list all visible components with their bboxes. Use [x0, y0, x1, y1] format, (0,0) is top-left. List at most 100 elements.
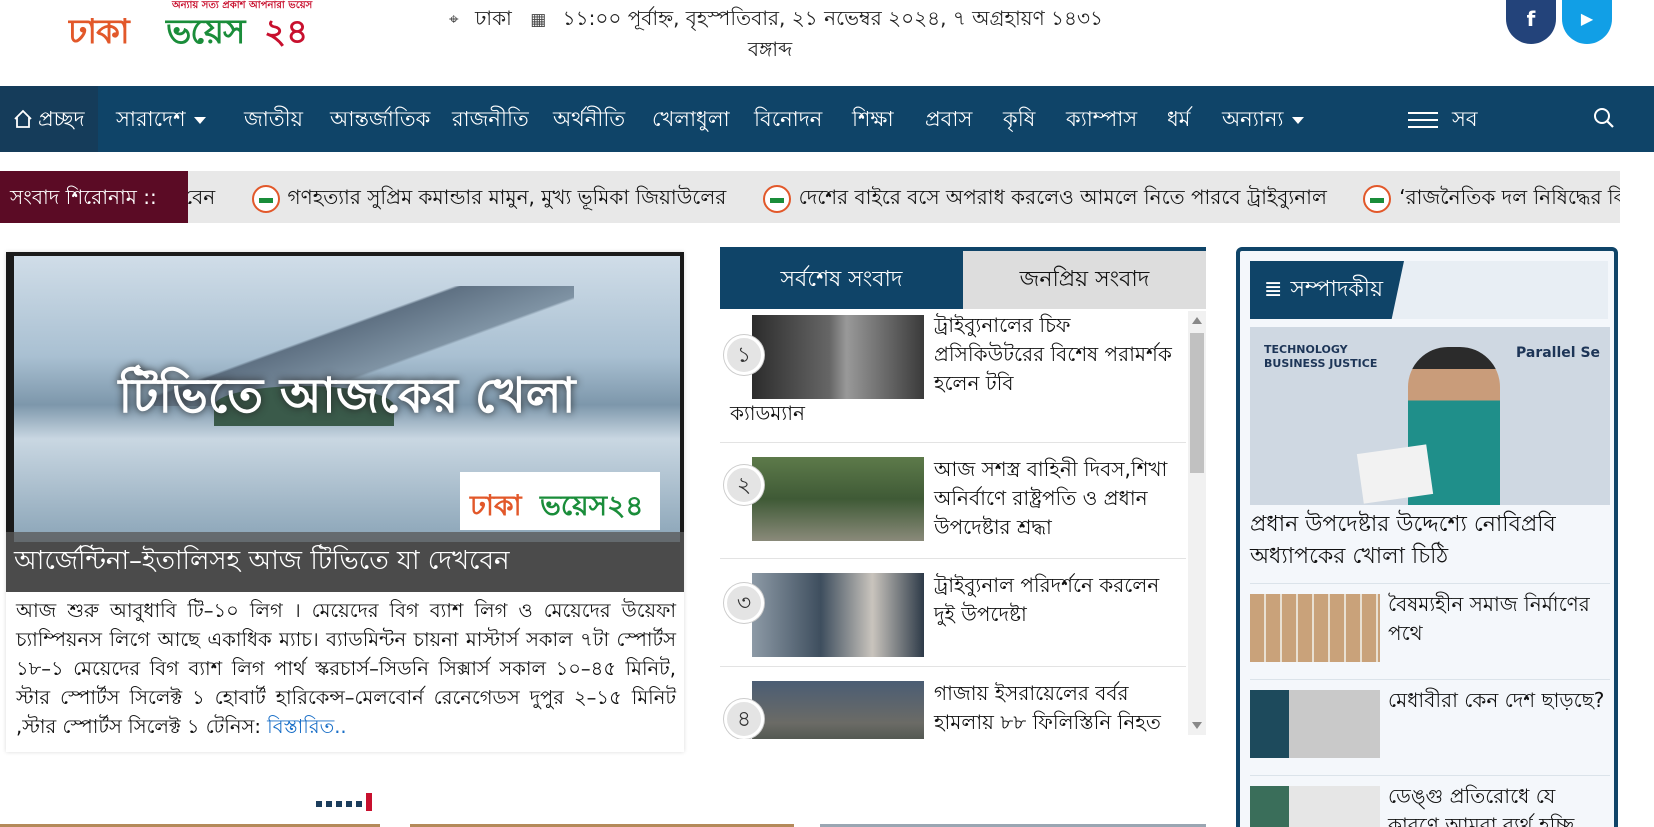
- nav-item-campus[interactable]: ক্যাম্পাস: [1066, 86, 1137, 152]
- logo-word-voice: ভয়েস: [166, 12, 245, 48]
- nav-item-shikkha[interactable]: শিক্ষা: [852, 86, 894, 152]
- nav-item-krishi[interactable]: কৃষি: [1003, 86, 1035, 152]
- list-item[interactable]: ৪ গাজায় ইসরায়েলের বর্বর হামলায় ৮৮ ফিল…: [720, 667, 1186, 739]
- editorial-item-title: বৈষম্যহীন সমাজ নির্মাণের পথে: [1388, 592, 1590, 645]
- site-logo-icon: [762, 184, 791, 213]
- ticker-fragment[interactable]: বেন: [184, 185, 215, 209]
- editorial-item-title: মেধাবীরা কেন দেশ ছাড়ছে?: [1388, 688, 1605, 712]
- nav-item-label: অন্যান্য: [1222, 107, 1284, 131]
- latest-news-list: ১ ট্রাইব্যুনালের চিফ প্রসিকিউটরের বিশেষ …: [720, 309, 1186, 739]
- lead-image-title: টিভিতে আজকের খেলা: [118, 368, 576, 424]
- nav-all-label: সব: [1452, 107, 1478, 131]
- nav-item-binodon[interactable]: বিনোদন: [754, 86, 822, 152]
- nav-item-orthoniti[interactable]: অর্থনীতি: [553, 86, 625, 152]
- editorial-lead-title[interactable]: প্রধান উপদেষ্টার উদ্দেশ্যে নোবিপ্রবি অধ্…: [1250, 509, 1610, 573]
- home-icon: [14, 109, 32, 128]
- nav-item-dhormo[interactable]: ধর্ম: [1167, 86, 1190, 152]
- lead-caption[interactable]: আর্জেন্টিনা–ইতালিসহ আজ টিভিতে যা দেখবেন: [6, 532, 684, 592]
- search-icon[interactable]: [1592, 106, 1616, 130]
- location-pin-icon: ⌖: [449, 10, 459, 30]
- list-icon: ≣: [1264, 277, 1283, 302]
- slider-indicator[interactable]: [316, 792, 372, 812]
- ticker-headline[interactable]: ‘রাজনৈতিক দল নিষিদ্ধের বি: [1399, 185, 1620, 209]
- nav-item-saradesh[interactable]: সারাদেশ: [116, 86, 206, 152]
- news-title-continued: ক্যাডম্যান: [730, 401, 805, 425]
- ticker-headline[interactable]: দেশের বাইরে বসে অপরাধ করলেও আমলে নিতে পা…: [799, 185, 1327, 209]
- nav-item-probash[interactable]: প্রবাস: [925, 86, 972, 152]
- nav-item-antorjatik[interactable]: আন্তর্জাতিক: [330, 86, 430, 152]
- editorial-heading-text: সম্পাদকীয়: [1290, 277, 1384, 302]
- datetime-era: বঙ্গাব্দ: [747, 37, 793, 61]
- scroll-down-icon[interactable]: [1192, 722, 1202, 729]
- nav-item-onnanno[interactable]: অন্যান্য: [1222, 86, 1304, 152]
- item-number: ৪: [724, 699, 764, 739]
- facebook-icon[interactable]: f: [1506, 0, 1556, 44]
- nav-home[interactable]: প্রচ্ছদ: [0, 86, 98, 152]
- editorial-item[interactable]: ডেঙ্গু প্রতিরোধে যে কারণে আমরা ব্যর্থ হচ…: [1250, 775, 1610, 827]
- list-item[interactable]: ৩ ট্রাইব্যুনাল পরিদর্শনে করলেন দুই উপদেষ…: [720, 559, 1186, 667]
- ticker-label: সংবাদ শিরোনাম ::: [0, 171, 188, 223]
- site-logo-icon: [1363, 184, 1392, 213]
- editorial-heading: ≣ সম্পাদকীয়: [1250, 261, 1404, 319]
- news-title: আজ সশস্ত্র বাহিনী দিবস,শিখা অনির্বাণে রা…: [934, 457, 1168, 539]
- nav-item-kheladhula[interactable]: খেলাধুলা: [652, 86, 730, 152]
- editorial-item[interactable]: মেধাবীরা কেন দেশ ছাড়ছে?: [1250, 679, 1610, 775]
- lead-image[interactable]: টিভিতে আজকের খেলা ঢাকা ভয়েস২৪ আর্জেন্টি…: [6, 252, 684, 592]
- image-banner-text-2: Parallel Se: [1516, 345, 1601, 361]
- datetime-text: ১১:০০ পূর্বাহ্ন, বৃহস্পতিবার, ২১ নভেম্বর…: [562, 6, 1103, 30]
- news-scrollbar[interactable]: [1188, 311, 1206, 735]
- calendar-icon: ▦: [530, 10, 547, 30]
- scroll-up-icon[interactable]: [1192, 317, 1202, 324]
- logo-word-24: ২৪: [264, 12, 309, 48]
- lead-image-logo: ঢাকা ভয়েস২৪: [460, 472, 660, 530]
- editorial-item[interactable]: বৈষম্যহীন সমাজ নির্মাণের পথে: [1250, 583, 1610, 679]
- nav-item-label: সারাদেশ: [116, 107, 186, 131]
- editorial-item-title: ডেঙ্গু প্রতিরোধে যে কারণে আমরা ব্যর্থ হচ…: [1388, 784, 1575, 827]
- paper-sheet: [1356, 444, 1434, 504]
- editorial-lead-image[interactable]: TECHNOLOGY BUSINESS JUSTICE Parallel Se: [1250, 327, 1610, 505]
- lead-body: আজ শুরু আবুধাবি টি–১০ লিগ । মেয়েদের বিগ…: [16, 596, 676, 741]
- scrollbar-thumb[interactable]: [1190, 333, 1204, 473]
- ticker-track: বেন গণহত্যার সুপ্রিম কমান্ডার মামুন, মুখ…: [184, 171, 1620, 223]
- read-more-link[interactable]: বিস্তারিত..: [267, 715, 346, 738]
- news-thumbnail: [752, 315, 924, 399]
- editorial-thumbnail: [1250, 690, 1380, 758]
- location-text: ঢাকা: [474, 6, 512, 30]
- dateline: ⌖ ঢাকা ▦ ১১:০০ পূর্বাহ্ন, বৃহস্পতিবার, ২…: [420, 4, 1120, 64]
- tab-latest[interactable]: সর্বশেষ সংবাদ: [720, 251, 963, 309]
- site-logo[interactable]: অন্যায় সত্য প্রকাশ আপনারা ভয়েস ঢাকা ভয…: [68, 0, 316, 48]
- news-title: গাজায় ইসরায়েলের বর্বর হামলায় ৮৮ ফিলিস…: [934, 681, 1161, 734]
- editorial-thumbnail: [1250, 786, 1380, 827]
- youtube-icon[interactable]: ▶: [1562, 0, 1612, 44]
- main-nav: প্রচ্ছদ সারাদেশ জাতীয় আন্তর্জাতিক রাজনী…: [0, 86, 1654, 152]
- lead-image-logo-a: ঢাকা: [470, 489, 522, 522]
- news-thumbnail: [752, 681, 924, 739]
- nav-home-label: প্রচ্ছদ: [38, 107, 85, 131]
- nav-item-jatiyo[interactable]: জাতীয়: [244, 86, 303, 152]
- news-thumbnail: [752, 573, 924, 657]
- nav-item-rajniti[interactable]: রাজনীতি: [452, 86, 529, 152]
- tab-popular[interactable]: জনপ্রিয় সংবাদ: [963, 251, 1206, 309]
- chevron-down-icon: [193, 116, 206, 124]
- list-item[interactable]: ২ আজ সশস্ত্র বাহিনী দিবস,শিখা অনির্বাণে …: [720, 443, 1186, 559]
- image-banner-text: TECHNOLOGY BUSINESS JUSTICE: [1264, 343, 1378, 370]
- tv-screen-image: টিভিতে আজকের খেলা ঢাকা ভয়েস২৪: [14, 256, 680, 542]
- ticker-headline[interactable]: গণহত্যার সুপ্রিম কমান্ডার মামুন, মুখ্য ভ…: [288, 185, 727, 209]
- hamburger-icon: [1408, 107, 1438, 133]
- editorial-box: ≣ সম্পাদকীয় TECHNOLOGY BUSINESS JUSTICE …: [1236, 247, 1618, 827]
- item-number: ৩: [724, 583, 764, 623]
- news-ticker: সংবাদ শিরোনাম :: বেন গণহত্যার সুপ্রিম কম…: [0, 171, 1620, 223]
- news-title: ট্রাইব্যুনালের চিফ প্রসিকিউটরের বিশেষ পর…: [934, 313, 1172, 395]
- chevron-down-icon: [1291, 116, 1304, 124]
- nav-all-menu[interactable]: সব: [1408, 86, 1478, 152]
- list-item[interactable]: ১ ট্রাইব্যুনালের চিফ প্রসিকিউটরের বিশেষ …: [720, 309, 1186, 443]
- lead-story: টিভিতে আজকের খেলা ঢাকা ভয়েস২৪ আর্জেন্টি…: [6, 252, 684, 752]
- lead-image-logo-b: ভয়েস২৪: [540, 489, 644, 522]
- item-number: ২: [724, 465, 764, 505]
- news-title: ট্রাইব্যুনাল পরিদর্শনে করলেন দুই উপদেষ্ট…: [934, 573, 1160, 626]
- editorial-thumbnail: [1250, 594, 1380, 662]
- news-thumbnail: [752, 457, 924, 541]
- editorial-header: ≣ সম্পাদকীয়: [1250, 261, 1608, 319]
- site-logo-icon: [251, 184, 280, 213]
- logo-word-dhaka: ঢাকা: [68, 12, 130, 48]
